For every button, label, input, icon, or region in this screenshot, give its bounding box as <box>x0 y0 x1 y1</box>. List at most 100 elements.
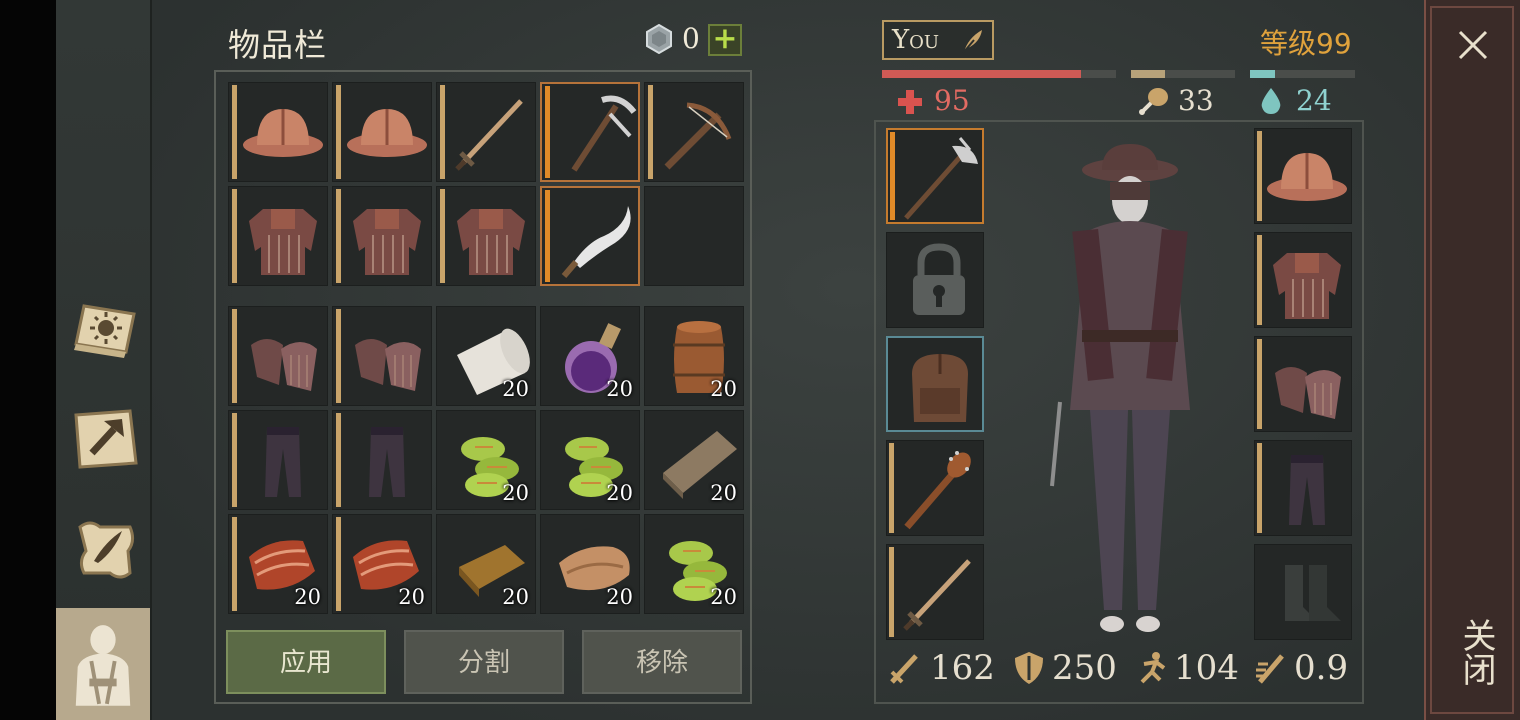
water-value: 24 <box>1296 84 1332 117</box>
inventory-slot[interactable] <box>228 186 328 286</box>
chainmail-leggings-icon <box>1265 447 1349 531</box>
inventory-slot[interactable]: 20 <box>436 514 536 614</box>
item-quantity: 20 <box>710 481 737 505</box>
longsword-icon <box>449 91 533 175</box>
boots-placeholder-icon <box>1265 551 1349 635</box>
lock-icon <box>897 239 981 323</box>
pickaxe-icon <box>554 92 638 176</box>
kettle-helmet-icon <box>345 91 429 175</box>
durability-bar <box>232 413 237 507</box>
speed-runner-icon <box>1134 650 1168 686</box>
equipment-slot-right-3[interactable] <box>1254 336 1352 432</box>
equipment-slot-left-1[interactable] <box>886 128 984 224</box>
durability-bar <box>336 85 341 179</box>
inventory-slot[interactable] <box>436 82 536 182</box>
inventory-slot[interactable]: 20 <box>436 306 536 406</box>
equipment-slot-right-2[interactable] <box>1254 232 1352 328</box>
inventory-slot[interactable]: 20 <box>228 514 328 614</box>
inventory-slot[interactable] <box>644 82 744 182</box>
kettle-helmet-icon <box>1265 135 1349 219</box>
edit-feather-icon[interactable] <box>960 28 986 54</box>
inventory-slot[interactable] <box>540 82 640 182</box>
longsword-icon <box>897 551 981 635</box>
halberd-icon <box>898 136 982 220</box>
water-bar <box>1250 70 1355 78</box>
durability-bar <box>1257 235 1262 325</box>
inventory-slot[interactable]: 20 <box>644 410 744 510</box>
attack-stat: 162 <box>930 648 995 688</box>
sun-book-icon <box>70 298 140 362</box>
close-icon[interactable] <box>1452 24 1494 66</box>
attack-sword-icon <box>888 650 922 686</box>
craft-hammer-icon <box>70 406 140 470</box>
inventory-slot[interactable] <box>228 82 328 182</box>
split-button[interactable]: 分割 <box>404 630 564 694</box>
durability-bar <box>545 86 550 178</box>
sidebar-item-craft[interactable] <box>64 392 146 484</box>
inventory-slot-empty[interactable] <box>644 186 744 286</box>
sidebar <box>56 0 152 720</box>
chainmail-gloves-icon <box>241 315 325 399</box>
apply-button[interactable]: 应用 <box>226 630 386 694</box>
inventory-title: 物品栏 <box>228 26 328 64</box>
durability-bar <box>232 309 237 403</box>
crossbow-icon <box>657 91 741 175</box>
equipment-slot-left-3[interactable] <box>886 336 984 432</box>
item-quantity: 20 <box>502 585 529 609</box>
inventory-slot[interactable] <box>332 306 432 406</box>
food-value: 33 <box>1178 84 1214 117</box>
equipment-slot-left-5[interactable] <box>886 544 984 640</box>
character-model <box>1030 140 1230 640</box>
inventory-slot[interactable]: 20 <box>540 306 640 406</box>
speed-stat: 104 <box>1174 648 1239 688</box>
inventory-slot[interactable] <box>332 186 432 286</box>
inventory-slot[interactable]: 20 <box>540 514 640 614</box>
durability-bar <box>440 85 445 179</box>
player-name: You <box>892 25 940 55</box>
close-label[interactable]: 关闭 <box>1452 618 1501 686</box>
durability-bar <box>1257 339 1262 429</box>
equipment-slot-right-5[interactable] <box>1254 544 1352 640</box>
inventory-slot[interactable]: 20 <box>436 410 536 510</box>
chainmail-shirt-icon <box>345 195 429 279</box>
item-quantity: 20 <box>606 377 633 401</box>
attack-speed-icon <box>1254 650 1288 686</box>
durability-bar <box>1257 131 1262 221</box>
equipment-slot-left-4[interactable] <box>886 440 984 536</box>
inventory-slot[interactable] <box>228 410 328 510</box>
equipment-slot-right-4[interactable] <box>1254 440 1352 536</box>
inventory-slot[interactable]: 20 <box>540 410 640 510</box>
chainmail-leggings-icon <box>241 419 325 503</box>
equipment-slot-right-1[interactable] <box>1254 128 1352 224</box>
character-icon <box>68 625 138 706</box>
chainmail-gloves-icon <box>345 315 429 399</box>
item-quantity: 20 <box>606 481 633 505</box>
inventory-slot[interactable] <box>228 306 328 406</box>
inventory-slot[interactable] <box>332 82 432 182</box>
attack-speed-stat: 0.9 <box>1294 648 1349 688</box>
durability-bar <box>889 547 894 637</box>
equipment-slot-left-2[interactable] <box>886 232 984 328</box>
inventory-slot[interactable]: 20 <box>332 514 432 614</box>
inventory-slot[interactable] <box>540 186 640 286</box>
sidebar-item-character[interactable] <box>56 608 150 720</box>
chainmail-shirt-icon <box>1265 239 1349 323</box>
coin-count: 0 <box>682 22 700 55</box>
sidebar-item-quests[interactable] <box>64 504 146 596</box>
inventory-slot[interactable]: 20 <box>644 306 744 406</box>
durability-bar <box>889 443 894 533</box>
durability-bar <box>1257 443 1262 533</box>
durability-bar <box>648 85 653 179</box>
sidebar-item-book[interactable] <box>64 284 146 376</box>
add-coins-button[interactable]: + <box>708 24 742 56</box>
remove-button[interactable]: 移除 <box>582 630 742 694</box>
chainmail-shirt-icon <box>241 195 325 279</box>
inventory-slot[interactable]: 20 <box>644 514 744 614</box>
inventory-slot[interactable] <box>436 186 536 286</box>
durability-bar <box>440 189 445 283</box>
silver-coin-icon <box>644 23 674 55</box>
spiked-club-icon <box>897 447 981 531</box>
item-quantity: 20 <box>710 377 737 401</box>
inventory-slot[interactable] <box>332 410 432 510</box>
durability-bar <box>336 189 341 283</box>
